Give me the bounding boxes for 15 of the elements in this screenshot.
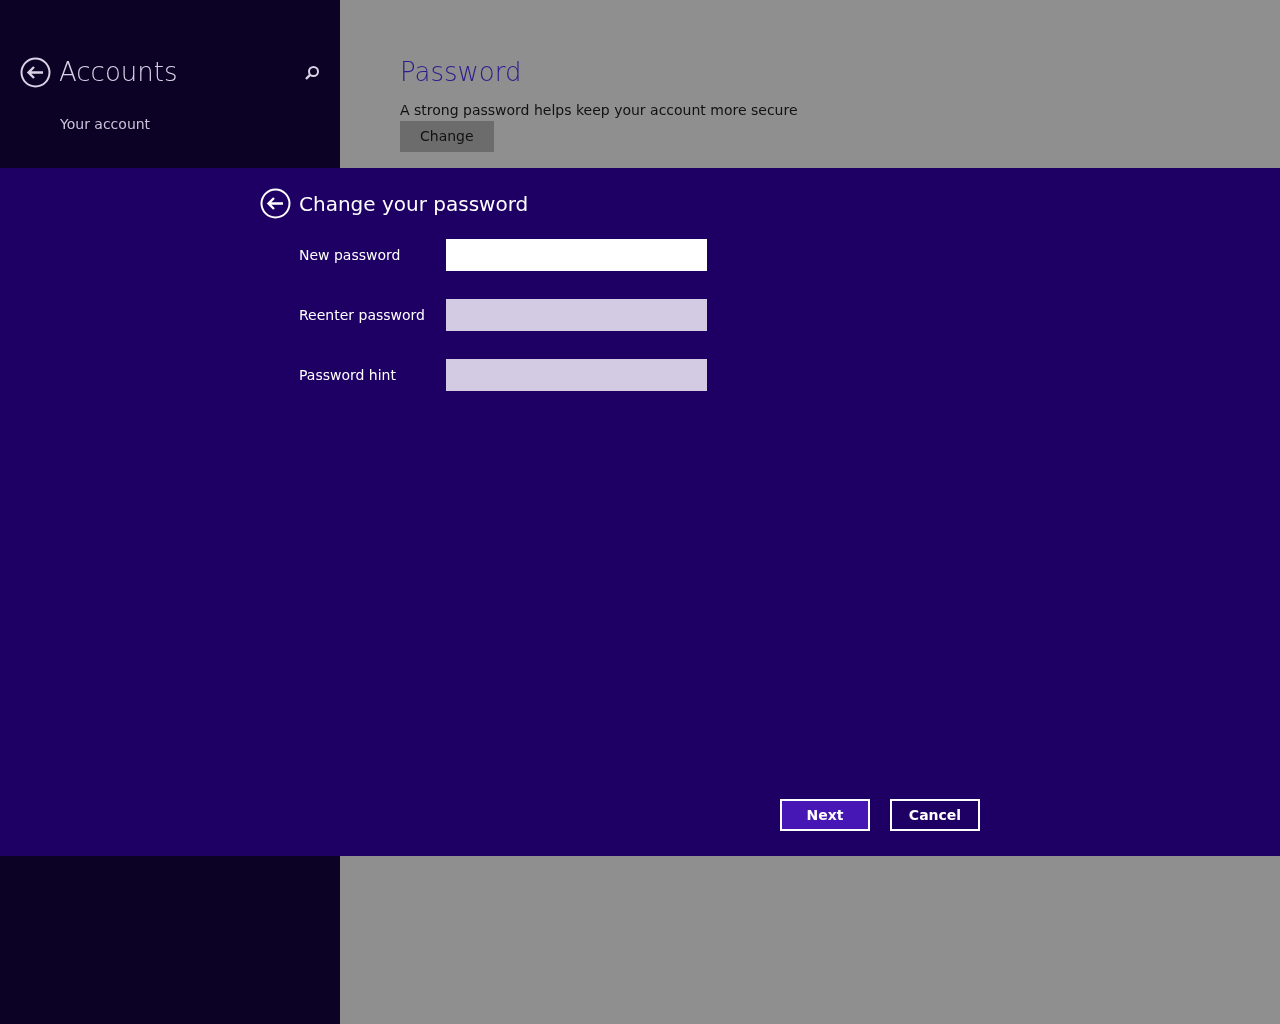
change-button[interactable]: Change: [400, 121, 494, 152]
field-label: Password hint: [299, 365, 397, 385]
section-heading: Password: [400, 56, 522, 89]
section-description: A strong password helps keep your account more secure: [400, 101, 798, 120]
field-label: New password: [299, 245, 402, 265]
dialog-title: Change your password: [299, 190, 529, 218]
next-button[interactable]: Next: [780, 799, 870, 831]
page-title: Accounts: [59, 56, 178, 89]
sidebar-item[interactable]: Your account: [60, 114, 320, 135]
password-field[interactable]: [446, 359, 707, 391]
search-icon[interactable]: [304, 64, 320, 81]
field-label: Reenter password: [299, 305, 426, 325]
password-field[interactable]: [446, 299, 707, 331]
password-field[interactable]: [446, 239, 707, 271]
cancel-button[interactable]: Cancel: [890, 799, 980, 831]
